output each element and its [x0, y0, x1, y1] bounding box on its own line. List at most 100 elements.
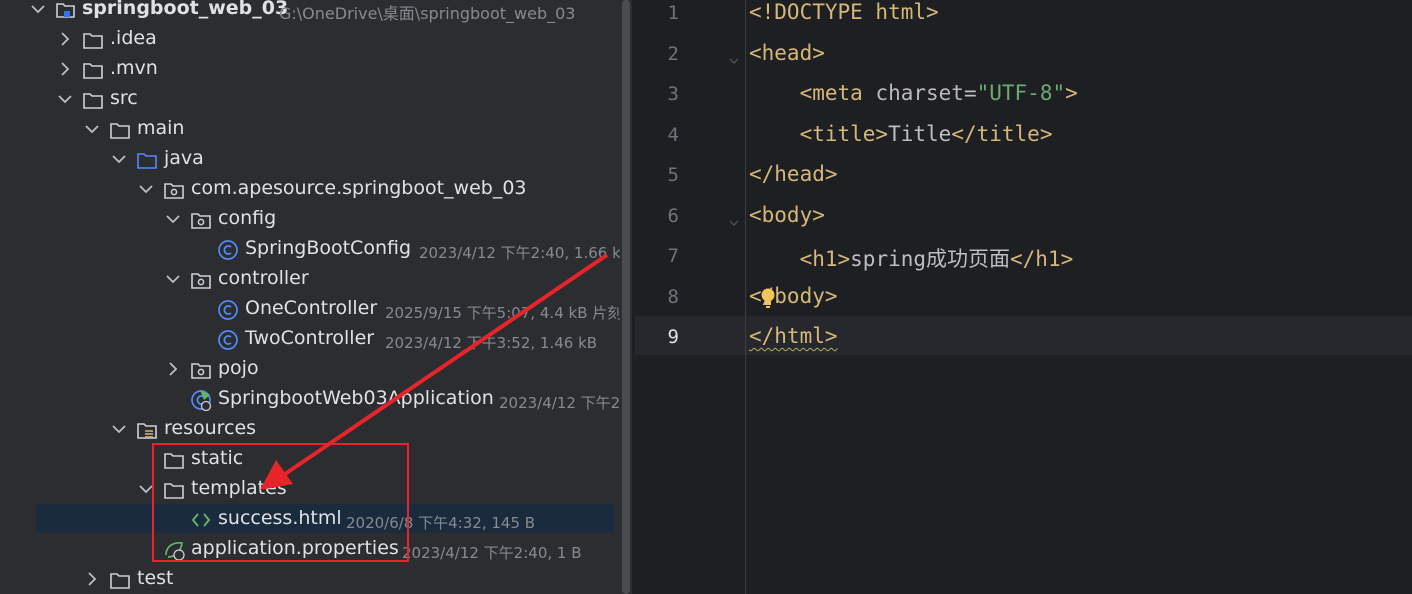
tree-node[interactable]: static — [0, 444, 620, 474]
chevron-down-icon[interactable] — [55, 89, 75, 109]
tree-scrollbar[interactable] — [620, 0, 632, 594]
folder-icon — [110, 123, 130, 139]
module-folder-icon — [56, 3, 75, 18]
package-icon — [191, 213, 211, 229]
tree-node-meta: 2020/6/8 下午4:32, 145 B — [346, 514, 536, 532]
package-icon — [191, 273, 211, 289]
code-editor[interactable]: 1 2 3 4 5 6 7 8 9 <!DOCTYPE html> <head> <meta ch… — [635, 0, 1412, 594]
code-token: <meta — [799, 81, 876, 105]
chevron-down-icon[interactable] — [109, 419, 129, 439]
chevron-right-icon[interactable] — [55, 59, 75, 79]
tree-node-meta: 2023/4/12 下午3:52, 1.46 kB — [385, 334, 598, 352]
line-number: 2 — [667, 42, 679, 65]
tree-node-label: test — [137, 567, 174, 589]
chevron-right-icon[interactable] — [82, 569, 102, 589]
line-number: 1 — [667, 2, 679, 24]
tree-node[interactable]: SpringbootWeb03Application 2023/4/12 下午2:… — [0, 384, 620, 414]
tree-node[interactable]: success.html 2020/6/8 下午4:32, 145 B — [0, 504, 620, 534]
tree-node[interactable]: .idea — [0, 24, 620, 54]
spring-app-icon — [191, 390, 212, 411]
scrollbar-thumb[interactable] — [622, 0, 630, 594]
tree-node-label: main — [137, 117, 185, 139]
code-line[interactable]: <head> — [749, 41, 825, 65]
tree-node[interactable]: OneController 2025/9/15 下午5:07, 4.4 kB 片刻… — [0, 294, 620, 324]
code-token: > — [1065, 81, 1078, 105]
code-line[interactable]: <h1>spring成功页面</h1> — [749, 243, 1074, 273]
project-name: springboot_web_03 — [82, 0, 289, 19]
package-icon — [164, 183, 184, 199]
class-icon — [218, 240, 238, 260]
fold-marker-icon[interactable] — [728, 55, 740, 67]
chevron-down-icon[interactable] — [136, 179, 156, 199]
folder-icon — [110, 573, 130, 589]
tree-node[interactable]: src — [0, 84, 620, 114]
code-token: = — [963, 81, 977, 105]
tree-node[interactable]: .mvn — [0, 54, 620, 84]
tree-node[interactable]: java — [0, 144, 620, 174]
folder-icon — [83, 33, 103, 49]
code-token: </h1> — [1010, 247, 1074, 271]
tree-node[interactable]: com.apesource.springboot_web_03 — [0, 174, 620, 204]
class-icon — [218, 300, 238, 320]
tree-node-label: resources — [164, 417, 257, 439]
chevron-down-icon[interactable] — [136, 479, 156, 499]
chevron-down-icon[interactable] — [28, 0, 48, 19]
code-token: charset — [875, 81, 964, 105]
tree-node[interactable]: pojo — [0, 354, 620, 384]
folder-icon — [83, 63, 103, 79]
code-line[interactable]: <title>Title</title> — [749, 121, 1053, 146]
tree-node-label: application.properties — [191, 537, 399, 559]
tree-node[interactable]: controller — [0, 264, 620, 294]
chevron-down-icon[interactable] — [163, 209, 183, 229]
chevron-right-icon[interactable] — [55, 29, 75, 49]
code-token: </head> — [749, 162, 838, 186]
line-number: 6 — [667, 204, 679, 227]
tree-node[interactable]: resources — [0, 414, 620, 444]
tree-node-meta: 2023/4/12 下午2:4 — [499, 394, 620, 412]
code-line[interactable]: </head> — [749, 162, 838, 186]
chevron-right-icon[interactable] — [163, 359, 183, 379]
tree-node[interactable]: SpringBootConfig 2023/4/12 下午2:40, 1.66 k… — [0, 234, 620, 264]
code-token: <!DOCTYPE html> — [749, 0, 939, 24]
tree-node-label: .idea — [110, 27, 157, 49]
tree-node[interactable]: config — [0, 204, 620, 234]
code-line[interactable]: <!DOCTYPE html> — [749, 0, 939, 24]
tree-node[interactable]: application.properties 2023/4/12 下午2:40, … — [0, 534, 620, 564]
code-token: <title> — [799, 121, 889, 146]
project-path: G:\OneDrive\桌面\springboot_web_03 — [279, 4, 576, 23]
tree-node-label: templates — [191, 477, 287, 499]
source-folder-icon — [137, 153, 157, 169]
spring-properties-icon — [165, 541, 185, 561]
tree-node[interactable]: TwoController 2023/4/12 下午3:52, 1.46 kB — [0, 324, 620, 354]
tree-node-label: static — [191, 447, 244, 469]
intention-bulb-icon[interactable] — [760, 287, 776, 309]
line-number: 7 — [667, 245, 679, 267]
code-token: Title — [888, 121, 952, 146]
tree-node[interactable]: test — [0, 564, 620, 594]
chevron-down-icon[interactable] — [163, 269, 183, 289]
code-token: spring成功页面 — [850, 247, 1011, 271]
class-icon — [218, 330, 238, 350]
gutter-separator — [745, 0, 746, 594]
tree-node-label: OneController — [245, 297, 378, 319]
tree-node[interactable]: main — [0, 114, 620, 144]
code-token: </html> — [749, 324, 838, 348]
project-tree-panel: springboot_web_03 G:\OneDrive\桌面\springb… — [0, 0, 620, 594]
tree-root-row[interactable]: springboot_web_03 G:\OneDrive\桌面\springb… — [0, 0, 620, 24]
code-token: </title> — [951, 121, 1053, 146]
code-line[interactable]: </html> — [749, 324, 838, 348]
line-number: 8 — [667, 285, 679, 308]
line-number: 4 — [667, 123, 679, 146]
chevron-down-icon[interactable] — [109, 149, 129, 169]
tree-node[interactable]: templates — [0, 474, 620, 504]
fold-marker-icon[interactable] — [728, 217, 740, 229]
code-line[interactable]: <body> — [749, 203, 825, 227]
tree-node-label: src — [110, 87, 138, 109]
html-file-icon — [191, 513, 211, 527]
package-icon — [191, 363, 211, 379]
code-line[interactable]: <meta charset="UTF-8"> — [749, 81, 1078, 105]
chevron-down-icon[interactable] — [82, 119, 102, 139]
code-token: <body> — [749, 202, 825, 227]
tree-node-label: java — [164, 147, 204, 169]
tree-node-label: TwoController — [245, 327, 375, 349]
